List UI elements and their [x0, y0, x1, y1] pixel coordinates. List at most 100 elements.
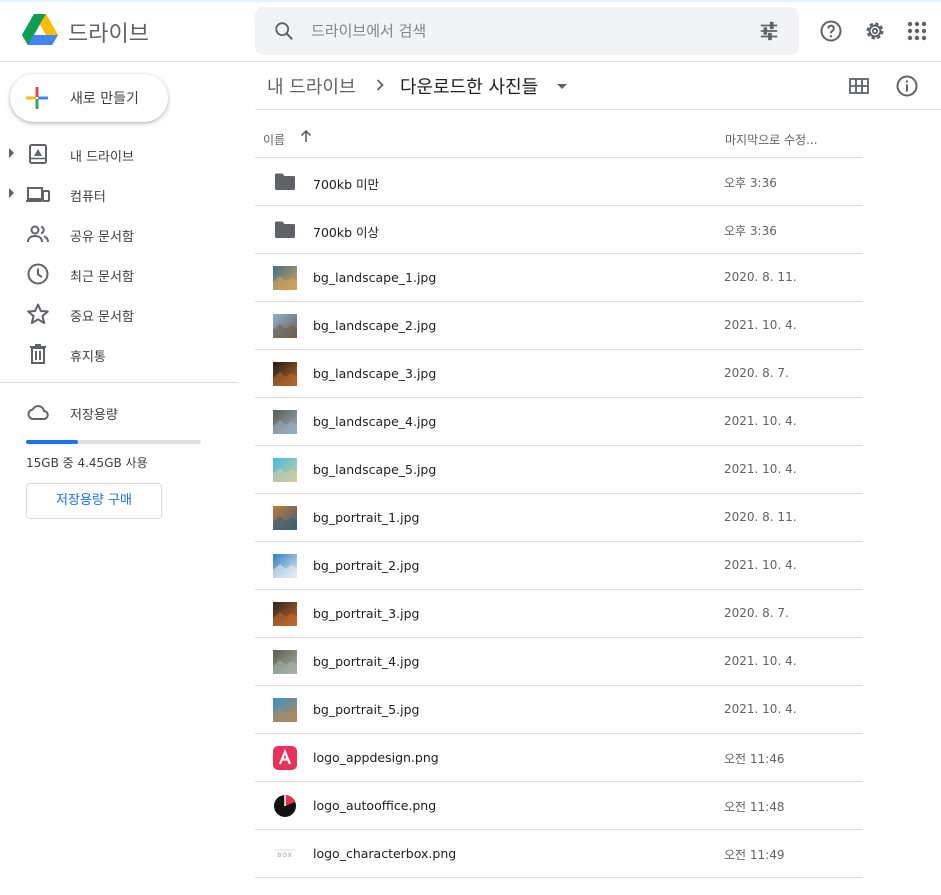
file-row[interactable]: bg_portrait_5.jpg 2021. 10. 4. [255, 686, 863, 734]
breadcrumb-current[interactable]: 다운로드한 사진들 [400, 73, 538, 99]
sidebar-item-trash[interactable]: 휴지통 [0, 334, 240, 374]
file-name: bg_landscape_4.jpg [313, 414, 437, 429]
app-title: 드라이브 [68, 22, 149, 47]
sort-arrow-up-icon[interactable] [299, 129, 313, 143]
help-icon[interactable] [819, 19, 843, 43]
sidebar-item-label: 공유 문서함 [70, 230, 134, 245]
new-button-label: 새로 만들기 [70, 91, 139, 107]
file-row[interactable]: bg_landscape_5.jpg 2021. 10. 4. [255, 446, 863, 494]
search-bar[interactable] [255, 7, 799, 55]
trash-icon [30, 344, 46, 364]
file-row[interactable]: bg_landscape_2.jpg 2021. 10. 4. [255, 302, 863, 350]
storage-usage-bar [26, 440, 201, 444]
plus-icon [26, 87, 48, 109]
file-name: bg_landscape_3.jpg [313, 366, 437, 381]
image-thumbnail-icon [273, 650, 297, 674]
storage-usage-text: 15GB 중 4.45GB 사용 [26, 456, 148, 470]
image-thumbnail-icon [273, 458, 297, 482]
file-row[interactable]: bg_portrait_1.jpg 2020. 8. 11. [255, 494, 863, 542]
cloud-icon [27, 405, 49, 420]
new-button[interactable]: 새로 만들기 [10, 74, 168, 122]
storage-label[interactable]: 저장용량 [70, 404, 118, 423]
info-icon[interactable] [895, 74, 919, 98]
breadcrumb: 내 드라이브 다운로드한 사진들 [255, 62, 941, 110]
file-modified-date: 2020. 8. 11. [724, 510, 797, 524]
file-name: 700kb 이상 [313, 225, 380, 240]
file-row[interactable]: bg_landscape_1.jpg 2020. 8. 11. [255, 254, 863, 302]
sidebar-item-label: 중요 문서함 [70, 310, 134, 325]
svg-text:BOX: BOX [277, 852, 292, 859]
file-modified-date: 오전 11:48 [724, 800, 785, 814]
sidebar-item-label: 컴퓨터 [70, 190, 106, 205]
clock-icon [27, 263, 49, 285]
search-icon[interactable] [273, 20, 295, 42]
expand-arrow-icon[interactable] [9, 148, 14, 158]
sidebar-item-shared[interactable]: 공유 문서함 [0, 214, 240, 254]
file-name: logo_autooffice.png [313, 798, 437, 813]
chevron-right-icon [376, 79, 384, 91]
file-modified-date: 2021. 10. 4. [724, 318, 797, 332]
image-thumbnail-icon [273, 554, 297, 578]
file-modified-date: 2020. 8. 7. [724, 606, 789, 620]
file-list-header: 이름 마지막으로 수정... [255, 110, 863, 158]
sidebar-item-starred[interactable]: 중요 문서함 [0, 294, 240, 334]
image-thumbnail-icon [273, 314, 297, 338]
file-row[interactable]: bg_portrait_3.jpg 2020. 8. 7. [255, 590, 863, 638]
file-modified-date: 2021. 10. 4. [724, 414, 797, 428]
my-drive-icon [29, 144, 47, 164]
file-list: 이름 마지막으로 수정... 700kb 미만 오후 3:36 700kb 이상 오… [255, 110, 863, 878]
file-modified-date: 2020. 8. 7. [724, 366, 789, 380]
apps-grid-icon[interactable] [905, 19, 929, 43]
file-name: bg_landscape_2.jpg [313, 318, 437, 333]
grid-view-icon[interactable] [847, 74, 871, 98]
star-icon [27, 303, 49, 324]
image-thumbnail-icon [273, 506, 297, 530]
settings-gear-icon[interactable] [863, 19, 887, 43]
file-name: bg_landscape_5.jpg [313, 462, 437, 477]
file-row[interactable]: logo_autooffice.png 오전 11:48 [255, 782, 863, 830]
sidebar-item-computers[interactable]: 컴퓨터 [0, 174, 240, 214]
storage-usage-fill [26, 440, 78, 444]
sidebar-item-my-drive[interactable]: 내 드라이브 [0, 134, 240, 174]
file-name: bg_portrait_1.jpg [313, 510, 420, 525]
file-name: bg_portrait_2.jpg [313, 558, 420, 573]
sidebar-divider [0, 382, 238, 383]
sidebar-item-label: 휴지통 [70, 350, 106, 365]
computers-icon [26, 187, 50, 202]
file-modified-date: 오후 3:36 [724, 224, 777, 238]
image-thumbnail-icon [273, 602, 297, 626]
file-row[interactable]: logo_appdesign.png 오전 11:46 [255, 734, 863, 782]
sidebar-item-label: 최근 문서함 [70, 270, 134, 285]
file-row[interactable]: bg_landscape_3.jpg 2020. 8. 7. [255, 350, 863, 398]
name-column-header[interactable]: 이름 [263, 131, 285, 148]
file-row[interactable]: bg_portrait_2.jpg 2021. 10. 4. [255, 542, 863, 590]
file-name: bg_portrait_5.jpg [313, 702, 420, 717]
file-row[interactable]: 700kb 미만 오후 3:36 [255, 158, 863, 206]
file-row[interactable]: bg_portrait_4.jpg 2021. 10. 4. [255, 638, 863, 686]
appdesign-logo-icon [273, 746, 297, 770]
buy-storage-button[interactable]: 저장용량 구매 [26, 483, 162, 519]
file-modified-date: 오전 11:49 [724, 848, 785, 862]
image-thumbnail-icon [273, 362, 297, 386]
file-name: logo_appdesign.png [313, 750, 439, 765]
file-row[interactable]: 700kb 이상 오후 3:36 [255, 206, 863, 254]
breadcrumb-root[interactable]: 내 드라이브 [267, 73, 356, 99]
file-name: 700kb 미만 [313, 177, 380, 192]
characterbox-logo-icon: BOX [275, 849, 295, 859]
search-input[interactable] [311, 19, 731, 43]
search-options-icon[interactable] [758, 20, 780, 42]
modified-column-header[interactable]: 마지막으로 수정... [725, 131, 818, 148]
folder-icon [275, 173, 295, 190]
file-modified-date: 2020. 8. 11. [724, 270, 797, 284]
chevron-down-icon[interactable] [557, 84, 567, 89]
file-modified-date: 오전 11:46 [724, 752, 785, 766]
expand-arrow-icon[interactable] [9, 188, 14, 198]
sidebar-item-recent[interactable]: 최근 문서함 [0, 254, 240, 294]
image-thumbnail-icon [273, 410, 297, 434]
file-row[interactable]: BOX logo_characterbox.png 오전 11:49 [255, 830, 863, 878]
file-name: logo_characterbox.png [313, 846, 457, 861]
drive-logo-icon[interactable] [20, 12, 60, 48]
file-modified-date: 오후 3:36 [724, 176, 777, 190]
file-row[interactable]: bg_landscape_4.jpg 2021. 10. 4. [255, 398, 863, 446]
file-modified-date: 2021. 10. 4. [724, 558, 797, 572]
